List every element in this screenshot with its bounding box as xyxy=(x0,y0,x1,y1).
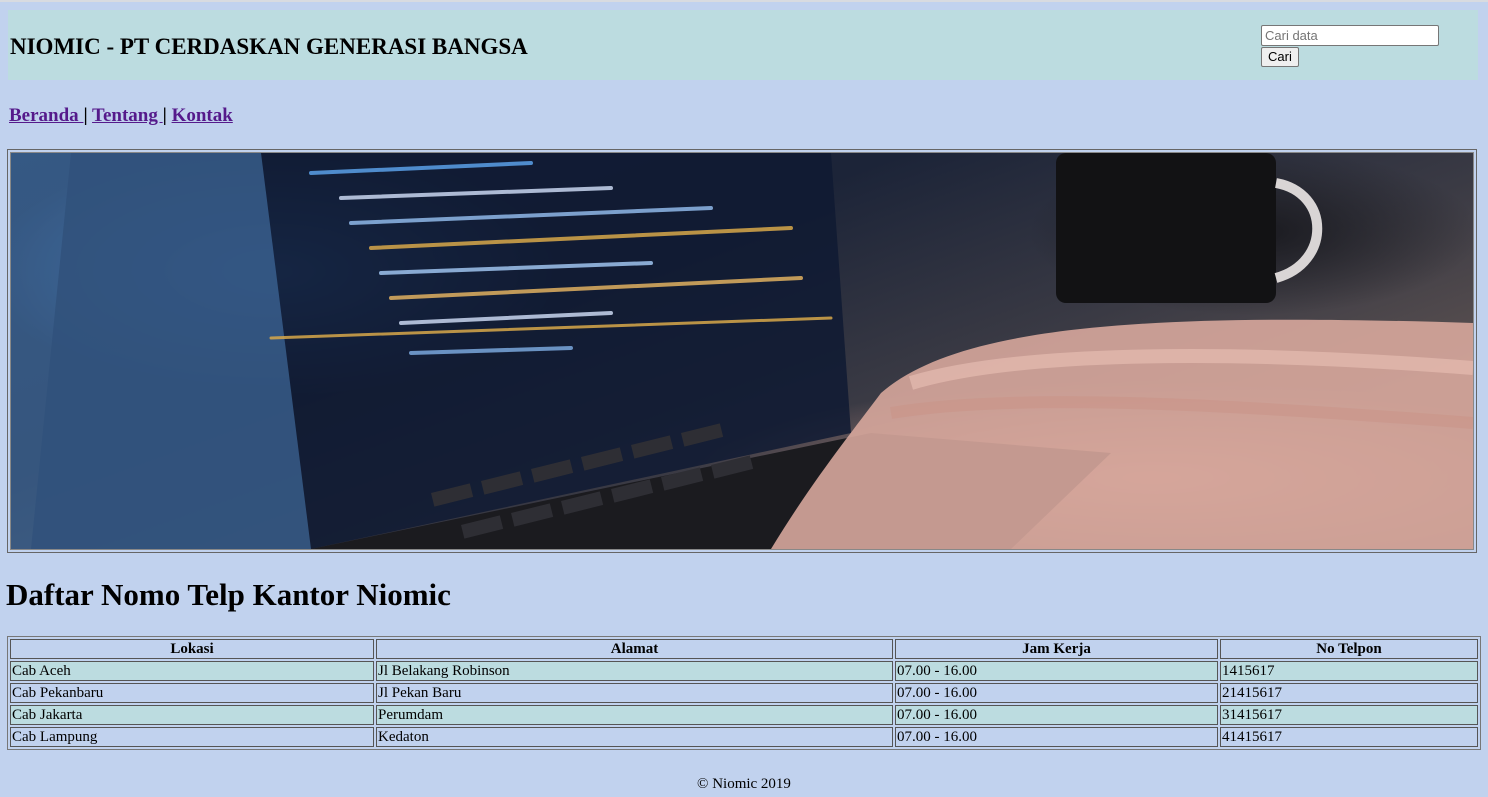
site-header: NIOMIC - PT CERDASKAN GENERASI BANGSA Ca… xyxy=(8,10,1478,80)
column-header-alamat: Alamat xyxy=(376,639,893,659)
nav-link-tentang[interactable]: Tentang xyxy=(92,105,163,126)
cell-jam-kerja: 07.00 - 16.00 xyxy=(895,727,1218,747)
banner-frame xyxy=(7,149,1477,553)
table-header-row: Lokasi Alamat Jam Kerja No Telpon xyxy=(10,639,1478,659)
office-phone-table: Lokasi Alamat Jam Kerja No Telpon Cab Ac… xyxy=(7,636,1481,750)
cell-jam-kerja: 07.00 - 16.00 xyxy=(895,661,1218,681)
table-row: Cab Jakarta Perumdam 07.00 - 16.00 31415… xyxy=(10,705,1478,725)
cell-jam-kerja: 07.00 - 16.00 xyxy=(895,705,1218,725)
main-nav: Beranda | Tentang | Kontak xyxy=(9,105,233,127)
cell-lokasi: Cab Aceh xyxy=(10,661,374,681)
cell-alamat: Kedaton xyxy=(376,727,893,747)
cell-no-telpon: 31415617 xyxy=(1220,705,1478,725)
cell-lokasi: Cab Lampung xyxy=(10,727,374,747)
cell-alamat: Jl Belakang Robinson xyxy=(376,661,893,681)
nav-separator: | xyxy=(162,105,167,126)
cell-no-telpon: 21415617 xyxy=(1220,683,1478,703)
search-input[interactable] xyxy=(1261,25,1439,46)
nav-separator: | xyxy=(83,105,88,126)
cell-no-telpon: 1415617 xyxy=(1220,661,1478,681)
search-button[interactable]: Cari xyxy=(1261,47,1299,67)
top-strip xyxy=(0,0,1488,2)
table-row: Cab Pekanbaru Jl Pekan Baru 07.00 - 16.0… xyxy=(10,683,1478,703)
column-header-jam-kerja: Jam Kerja xyxy=(895,639,1218,659)
column-header-no-telpon: No Telpon xyxy=(1220,639,1478,659)
cell-jam-kerja: 07.00 - 16.00 xyxy=(895,683,1218,703)
nav-link-beranda[interactable]: Beranda xyxy=(9,105,83,126)
laptop-coding-photo-icon xyxy=(11,153,1473,549)
nav-link-kontak[interactable]: Kontak xyxy=(172,105,233,126)
banner-image xyxy=(10,152,1474,550)
column-header-lokasi: Lokasi xyxy=(10,639,374,659)
footer-copyright: © Niomic 2019 xyxy=(697,776,791,792)
cell-alamat: Jl Pekan Baru xyxy=(376,683,893,703)
cell-no-telpon: 41415617 xyxy=(1220,727,1478,747)
table-row: Cab Aceh Jl Belakang Robinson 07.00 - 16… xyxy=(10,661,1478,681)
cell-alamat: Perumdam xyxy=(376,705,893,725)
page-heading: Daftar Nomo Telp Kantor Niomic xyxy=(6,577,451,612)
cell-lokasi: Cab Pekanbaru xyxy=(10,683,374,703)
site-title: NIOMIC - PT CERDASKAN GENERASI BANGSA xyxy=(10,34,528,59)
cell-lokasi: Cab Jakarta xyxy=(10,705,374,725)
table-row: Cab Lampung Kedaton 07.00 - 16.00 414156… xyxy=(10,727,1478,747)
